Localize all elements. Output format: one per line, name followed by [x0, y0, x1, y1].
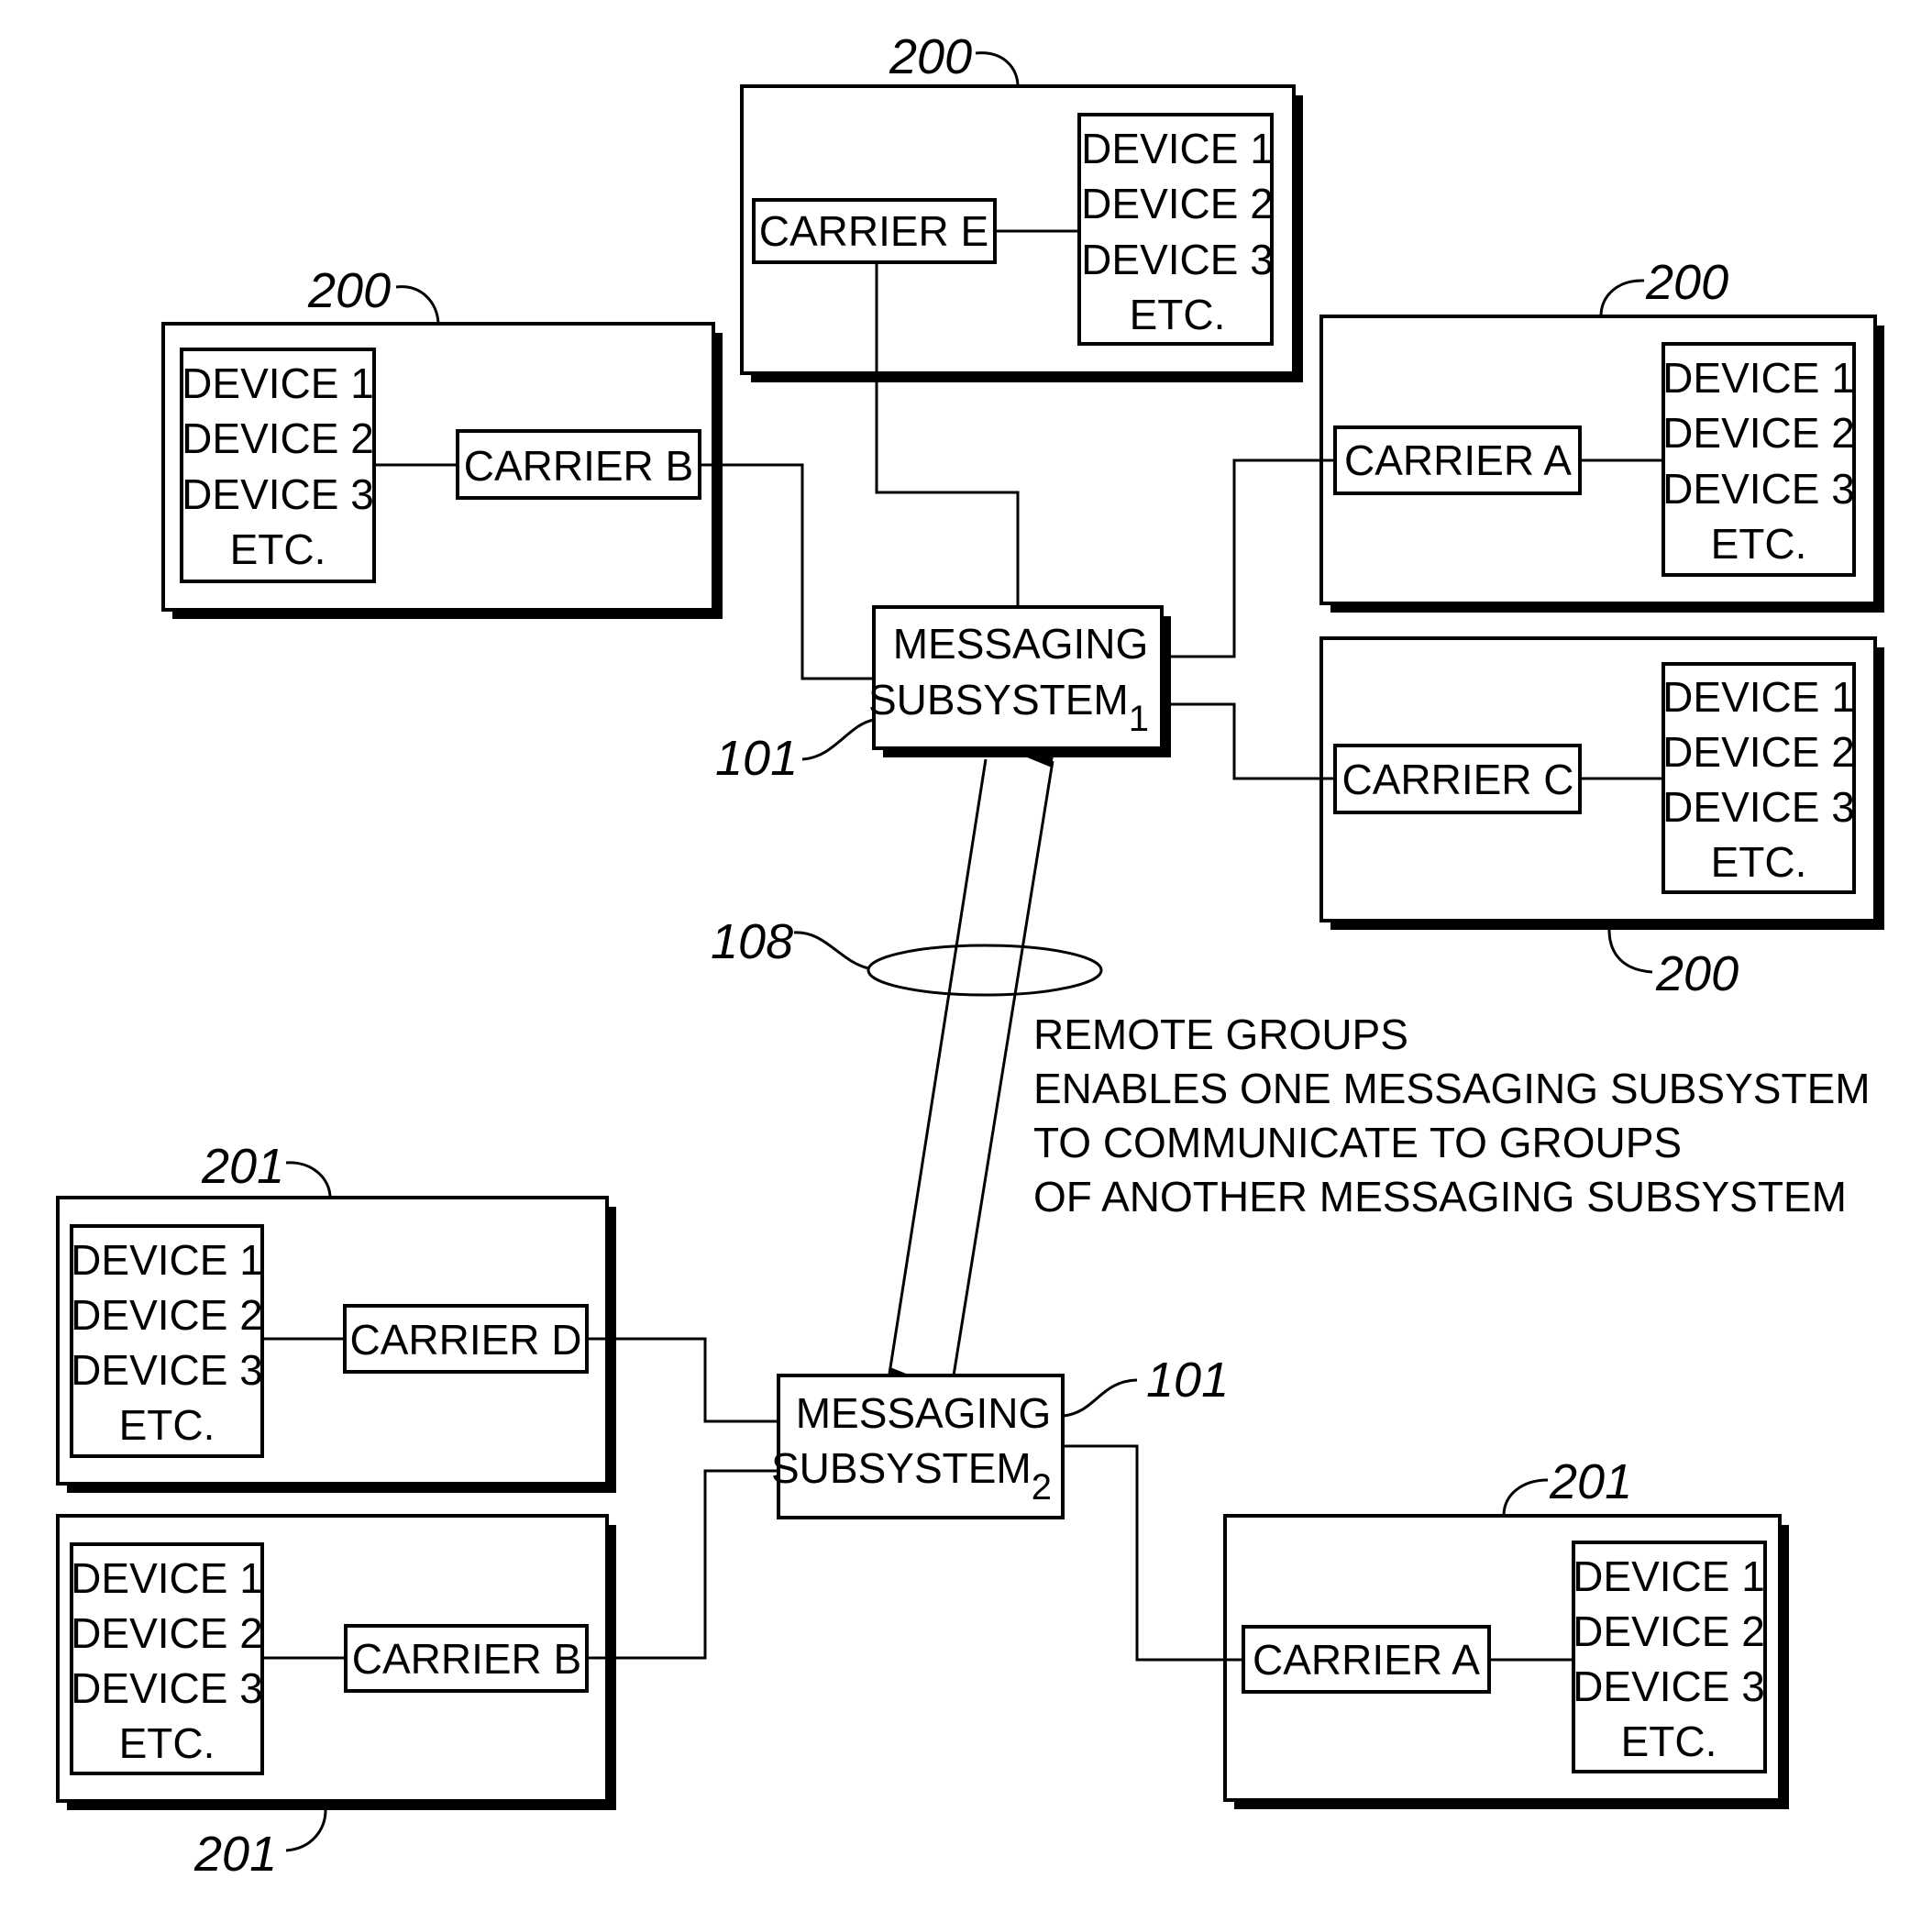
note-line: ENABLES ONE MESSAGING SUBSYSTEM	[1033, 1065, 1871, 1112]
group-carrier-d: DEVICE 1 DEVICE 2 DEVICE 3 ETC. CARRIER …	[56, 1139, 616, 1493]
ref-label: 201	[1549, 1454, 1632, 1509]
ref-label: 101	[1146, 1353, 1229, 1408]
ref-label: 101	[715, 731, 798, 786]
carrier-label: CARRIER B	[352, 1635, 581, 1683]
ref-leader	[1063, 1378, 1138, 1418]
subsystem-name: SUBSYSTEM	[868, 676, 1129, 724]
carrier-label: CARRIER A	[1253, 1636, 1480, 1684]
group-carrier-c: CARRIER C DEVICE 1 DEVICE 2 DEVICE 3 ETC…	[1319, 636, 1884, 1001]
device-item: DEVICE 1	[182, 359, 374, 407]
note-line: REMOTE GROUPS	[1033, 1011, 1408, 1058]
ref-leader	[1607, 929, 1653, 974]
device-item: DEVICE 1	[71, 1236, 263, 1284]
link-carrier-a-ms1	[1162, 458, 1335, 658]
ref-leader	[1502, 1478, 1549, 1517]
device-item: DEVICE 2	[182, 414, 374, 462]
device-item: DEVICE 1	[1081, 125, 1274, 172]
link-carrier-c-ms1	[1162, 702, 1335, 780]
device-item: ETC.	[1711, 520, 1807, 568]
group-carrier-a-bottom: CARRIER A DEVICE 1 DEVICE 2 DEVICE 3 ETC…	[1223, 1454, 1789, 1809]
ref-label: 201	[201, 1139, 284, 1194]
device-item: DEVICE 2	[1662, 728, 1855, 776]
carrier-label: CARRIER A	[1344, 436, 1572, 484]
device-item: ETC.	[1621, 1718, 1717, 1765]
link-ellipse	[867, 944, 1103, 997]
device-item: DEVICE 1	[71, 1554, 263, 1602]
ref-leader	[285, 1161, 332, 1199]
device-item: ETC.	[1130, 291, 1226, 338]
subsystem-subscript: 2	[1032, 1467, 1052, 1508]
ref-label: 200	[889, 29, 972, 84]
group-carrier-a-top: CARRIER A DEVICE 1 DEVICE 2 DEVICE 3 ETC…	[1319, 255, 1884, 613]
device-item: DEVICE 2	[1573, 1607, 1765, 1655]
device-item: DEVICE 1	[1573, 1552, 1765, 1600]
subsystem-label-line1: MESSAGING	[893, 620, 1149, 668]
link-carrier-b-ms1	[700, 463, 874, 680]
device-item: DEVICE 2	[1662, 409, 1855, 457]
ref-label: 200	[307, 263, 391, 318]
ref-leader	[1599, 279, 1645, 317]
ref-label: 201	[193, 1827, 277, 1882]
ref-leader	[975, 51, 1020, 87]
diagram-svg: CARRIER E DEVICE 1 DEVICE 2 DEVICE 3 ETC…	[56, 29, 1884, 1882]
ref-leader	[801, 718, 875, 761]
subsystem-subscript: 1	[1129, 699, 1149, 739]
patent-figure: CARRIER E DEVICE 1 DEVICE 2 DEVICE 3 ETC…	[0, 0, 1932, 1911]
carrier-label: CARRIER C	[1341, 756, 1573, 803]
note-line: TO COMMUNICATE TO GROUPS	[1033, 1119, 1682, 1166]
note-line: OF ANOTHER MESSAGING SUBSYSTEM	[1033, 1173, 1847, 1221]
device-item: DEVICE 3	[1662, 783, 1855, 831]
group-carrier-b-top: DEVICE 1 DEVICE 2 DEVICE 3 ETC. CARRIER …	[161, 263, 723, 619]
ref-label: 200	[1655, 946, 1739, 1001]
subsystem-label-line1: MESSAGING	[796, 1389, 1052, 1437]
group-carrier-b-bottom: DEVICE 1 DEVICE 2 DEVICE 3 ETC. CARRIER …	[56, 1514, 616, 1882]
link-ref-label: 108	[711, 914, 793, 969]
device-item: DEVICE 3	[1573, 1662, 1765, 1710]
device-item: DEVICE 3	[1081, 236, 1274, 283]
messaging-subsystem-1: MESSAGING SUBSYSTEM1 101	[715, 605, 1171, 786]
ref-label: 200	[1645, 255, 1728, 310]
ref-leader	[395, 285, 440, 325]
device-item: DEVICE 1	[1662, 354, 1855, 402]
device-item: DEVICE 3	[182, 470, 374, 518]
device-item: DEVICE 3	[71, 1664, 263, 1712]
device-item: DEVICE 2	[1081, 180, 1274, 227]
device-item: DEVICE 3	[1662, 465, 1855, 513]
arrow-ms1-to-ms2	[888, 758, 988, 1380]
group-carrier-e: CARRIER E DEVICE 1 DEVICE 2 DEVICE 3 ETC…	[740, 29, 1303, 382]
ref-leader	[285, 1809, 327, 1852]
carrier-label: CARRIER B	[464, 442, 693, 490]
remote-groups-note: REMOTE GROUPS ENABLES ONE MESSAGING SUBS…	[1033, 1011, 1871, 1221]
device-item: ETC.	[230, 525, 326, 573]
device-item: DEVICE 1	[1662, 673, 1855, 721]
device-item: DEVICE 3	[71, 1346, 263, 1394]
link-ref-leader	[793, 931, 869, 970]
link-carrier-a-ms2	[1063, 1444, 1243, 1662]
device-item: ETC.	[119, 1719, 215, 1767]
messaging-subsystem-2: MESSAGING SUBSYSTEM2 101	[771, 1353, 1229, 1519]
carrier-label: CARRIER E	[759, 207, 988, 255]
device-item: DEVICE 2	[71, 1609, 263, 1657]
carrier-label: CARRIER D	[349, 1316, 581, 1364]
device-item: DEVICE 2	[71, 1291, 263, 1339]
device-item: ETC.	[119, 1401, 215, 1449]
device-item: ETC.	[1711, 838, 1807, 886]
subsystem-name: SUBSYSTEM	[771, 1444, 1032, 1492]
